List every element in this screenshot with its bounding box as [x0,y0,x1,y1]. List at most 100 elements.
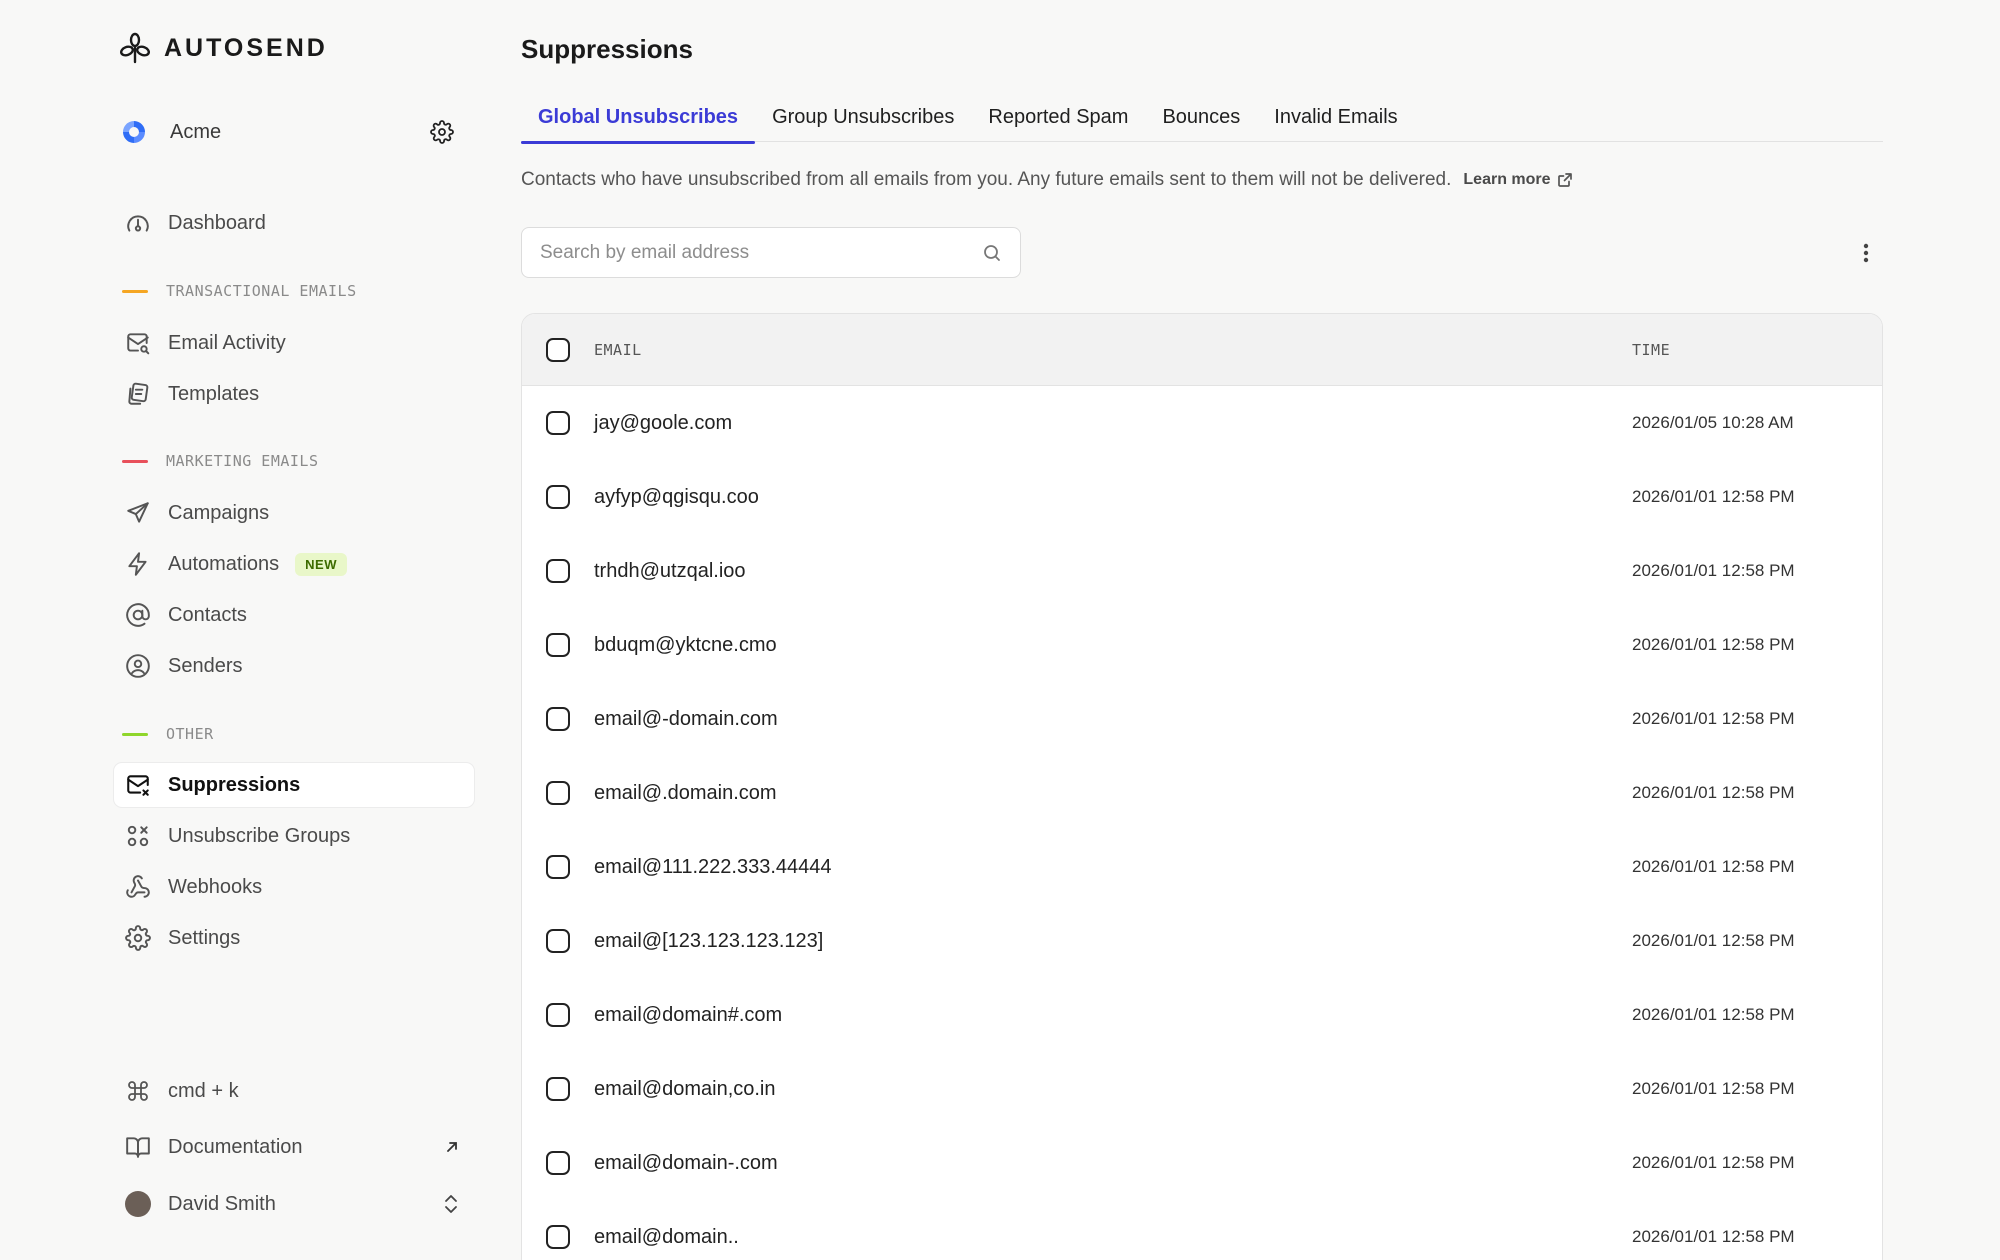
time-cell: 2026/01/01 12:58 PM [1632,783,1795,802]
table-row[interactable]: email@domain#.com 2026/01/01 12:58 PM [522,978,1882,1052]
section-other: OTHER [122,722,214,746]
row-checkbox[interactable] [546,855,570,879]
workspace-settings-icon[interactable] [430,120,454,144]
row-checkbox[interactable] [546,411,570,435]
table-header: EMAIL TIME [522,314,1882,386]
tab-group-unsubscribes[interactable]: Group Unsubscribes [755,92,971,142]
row-checkbox[interactable] [546,1003,570,1027]
workspace-switcher[interactable]: Acme [120,114,460,150]
table-row[interactable]: trhdh@utzqal.ioo 2026/01/01 12:58 PM [522,534,1882,608]
email-cell: trhdh@utzqal.ioo [594,559,746,582]
email-cell: email@111.222.333.44444 [594,855,832,878]
sidebar-item-campaigns[interactable]: Campaigns [114,491,474,535]
more-options-icon[interactable] [1854,238,1878,268]
tab-bounces[interactable]: Bounces [1145,92,1257,142]
table-row[interactable]: ayfyp@qgisqu.coo 2026/01/01 12:58 PM [522,460,1882,534]
sidebar-item-contacts[interactable]: Contacts [114,593,474,637]
sidebar-item-label: Automations [168,552,280,575]
table-row[interactable]: email@111.222.333.44444 2026/01/01 12:58 … [522,830,1882,904]
lightning-icon [124,550,152,578]
row-checkbox[interactable] [546,1077,570,1101]
table-row[interactable]: email@-domain.com 2026/01/01 12:58 PM [522,682,1882,756]
row-checkbox[interactable] [546,707,570,731]
sidebar-item-dashboard[interactable]: Dashboard [114,201,474,245]
sidebar-item-label: Webhooks [168,875,263,898]
sidebar-item-unsubscribe-groups[interactable]: Unsubscribe Groups [114,814,474,858]
autosend-logo-icon [118,31,152,65]
user-menu[interactable]: David Smith [114,1182,474,1226]
sidebar-item-webhooks[interactable]: Webhooks [114,865,474,909]
chevron-up-down-icon [442,1192,460,1216]
email-cell: email@[123.123.123.123] [594,929,824,952]
mail-x-icon [124,771,152,799]
table-row[interactable]: jay@goole.com 2026/01/05 10:28 AM [522,386,1882,460]
table-row[interactable]: bduqm@yktcne.cmo 2026/01/01 12:58 PM [522,608,1882,682]
search-box [521,227,1021,278]
documentation-link[interactable]: Documentation [114,1125,474,1169]
sidebar-item-automations[interactable]: Automations NEW [114,542,474,586]
table-row[interactable]: email@domain,co.in 2026/01/01 12:58 PM [522,1052,1882,1126]
section-label: OTHER [166,725,214,743]
user-avatar [124,1190,152,1218]
webhook-icon [124,873,152,901]
suppression-tabs: Global Unsubscribes Group Unsubscribes R… [521,92,1883,144]
table-body: jay@goole.com 2026/01/05 10:28 AM ayfyp@qg… [522,386,1882,1260]
new-badge: NEW [295,552,348,576]
tab-invalid-emails[interactable]: Invalid Emails [1257,92,1414,142]
sidebar-item-label: Campaigns [168,501,270,524]
sidebar-item-label: Settings [168,926,241,949]
column-header-time: TIME [1632,340,1671,359]
mail-search-icon [124,329,152,357]
external-link-icon [1557,172,1573,188]
row-checkbox[interactable] [546,633,570,657]
brand-logo[interactable]: AUTOSEND [118,30,328,66]
workspace-name: Acme [170,120,222,143]
section-marketing-emails: MARKETING EMAILS [122,449,319,473]
table-row[interactable]: email@domain.. 2026/01/01 12:58 PM [522,1200,1882,1260]
learn-more-label: Learn more [1463,171,1551,188]
tab-reported-spam[interactable]: Reported Spam [971,92,1145,142]
sidebar-item-label: Contacts [168,603,247,626]
search-input[interactable] [540,241,982,264]
email-cell: email@domain#.com [594,1003,783,1026]
table-row[interactable]: email@domain-.com 2026/01/01 12:58 PM [522,1126,1882,1200]
sidebar: AUTOSEND Acme Dashboard TRANSACTIONAL EM… [0,0,490,1260]
time-cell: 2026/01/01 12:58 PM [1632,1153,1795,1172]
groups-icon [124,822,152,850]
time-cell: 2026/01/01 12:58 PM [1632,1079,1795,1098]
email-cell: bduqm@yktcne.cmo [594,633,777,656]
section-color-bar [122,732,148,736]
select-all-checkbox[interactable] [546,338,570,362]
sidebar-item-templates[interactable]: Templates [114,372,474,416]
command-shortcut-label: cmd + k [168,1079,239,1102]
row-checkbox[interactable] [546,929,570,953]
user-name: David Smith [168,1192,276,1215]
learn-more-link[interactable]: Learn more [1463,171,1572,189]
time-cell: 2026/01/01 12:58 PM [1632,931,1795,950]
row-checkbox[interactable] [546,485,570,509]
email-cell: email@domain,co.in [594,1077,776,1100]
row-checkbox[interactable] [546,559,570,583]
row-checkbox[interactable] [546,781,570,805]
email-cell: ayfyp@qgisqu.coo [594,485,759,508]
table-row[interactable]: email@[123.123.123.123] 2026/01/01 12:58 … [522,904,1882,978]
suppressions-table: EMAIL TIME jay@goole.com 2026/01/05 10:28… [521,313,1883,1260]
row-checkbox[interactable] [546,1151,570,1175]
sidebar-item-label: Unsubscribe Groups [168,824,351,847]
time-cell: 2026/01/01 12:58 PM [1632,709,1795,728]
sidebar-item-settings[interactable]: Settings [114,916,474,960]
sidebar-item-label: Suppressions [168,773,301,796]
table-row[interactable]: email@.domain.com 2026/01/01 12:58 PM [522,756,1882,830]
tab-global-unsubscribes[interactable]: Global Unsubscribes [521,92,756,144]
row-checkbox[interactable] [546,1225,570,1249]
page-description: Contacts who have unsubscribed from all … [521,166,1573,194]
time-cell: 2026/01/01 12:58 PM [1632,561,1795,580]
description-text: Contacts who have unsubscribed from all … [521,169,1452,190]
search-icon[interactable] [982,243,1002,263]
sidebar-item-suppressions[interactable]: Suppressions [114,763,474,807]
sidebar-item-label: Templates [168,382,260,405]
sidebar-item-email-activity[interactable]: Email Activity [114,321,474,365]
command-palette-button[interactable]: cmd + k [114,1069,474,1113]
sidebar-item-senders[interactable]: Senders [114,644,474,688]
section-color-bar [122,459,148,463]
